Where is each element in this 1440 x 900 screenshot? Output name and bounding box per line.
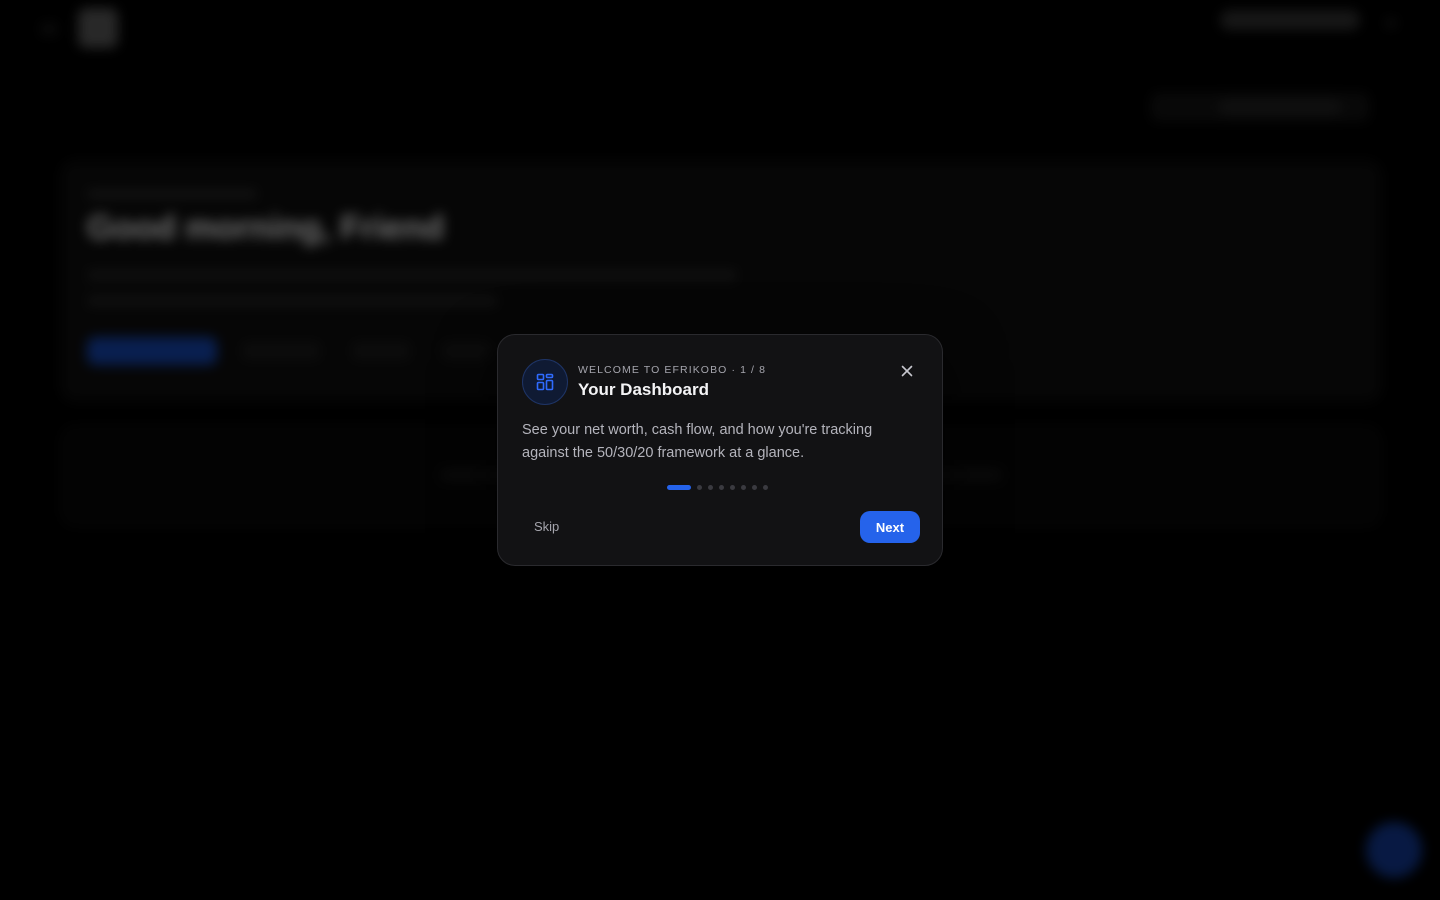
modal-description: See your net worth, cash flow, and how y… [522,422,873,461]
step-dot-active [667,485,691,490]
hero-text-line [87,269,737,281]
hero-chip [241,341,321,361]
step-eyebrow: WELCOME TO EFRIKOBO · 1 / 8 [578,364,767,376]
menu-icon [40,20,58,36]
step-dot [730,485,735,490]
hero-chip [351,341,411,361]
step-dot [741,485,746,490]
app-logo [78,8,118,48]
chevron-down-icon [1386,18,1396,28]
step-progress-dots [667,485,768,490]
toolbar [1150,92,1370,122]
next-button[interactable]: Next [860,511,920,543]
floating-action-button [1366,822,1422,878]
hero-chip [441,341,491,361]
close-icon[interactable] [898,362,916,380]
step-dot [763,485,768,490]
hero-greeting: Good morning, Friend [87,209,444,247]
hero-text-line [87,295,497,307]
dashboard-grid-icon [522,359,568,405]
skip-button[interactable]: Skip [522,511,571,541]
step-dot [719,485,724,490]
hero-eyebrow [87,189,257,199]
user-menu [1220,10,1360,30]
modal-title: Your Dashboard [578,380,709,399]
step-dot [708,485,713,490]
onboarding-modal: WELCOME TO EFRIKOBO · 1 / 8 Your Dashboa… [497,334,943,566]
step-dot [752,485,757,490]
hero-primary-button [87,337,217,365]
step-dot [697,485,702,490]
